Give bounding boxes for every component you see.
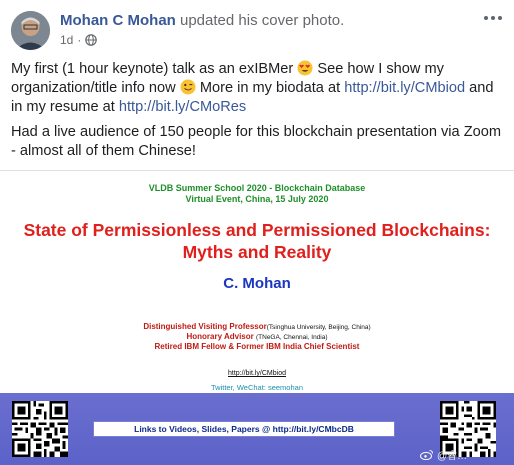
slide-title: State of Permissionless and Permissioned… <box>0 219 514 263</box>
post-paragraph-2: Had a live audience of 150 people for th… <box>11 124 502 159</box>
links-banner-text: Links to Videos, Slides, Papers @ http:/… <box>134 424 354 434</box>
affiliation-role: Honorary Advisor <box>186 332 254 341</box>
resume-link[interactable]: http://bit.ly/CMoRes <box>119 99 246 115</box>
post-header: Mohan C Mohan updated his cover photo. <box>60 12 344 29</box>
post-text-segment: My first (1 hour keynote) talk as an exI… <box>11 61 294 77</box>
post-timestamp[interactable]: 1d <box>60 33 73 47</box>
affiliation-role: Distinguished Visiting Professor <box>143 322 267 331</box>
slide-twitter-handle: Twitter, WeChat: seemohan <box>211 383 303 392</box>
slide-title-line-1: State of Permissionless and Permissioned… <box>23 220 491 240</box>
post-action-text: updated his cover photo. <box>180 12 345 29</box>
more-options-icon[interactable] <box>484 12 504 24</box>
biodata-link[interactable]: http://bit.ly/CMbiod <box>344 80 465 96</box>
post-body: My first (1 hour keynote) talk as an exI… <box>11 60 503 167</box>
heart-eyes-emoji-icon <box>297 60 313 76</box>
cover-photo-slide[interactable]: VLDB Summer School 2020 - Blockchain Dat… <box>0 170 514 465</box>
affiliation-org: (Tsinghua University, Beijing, China) <box>266 324 371 331</box>
slide-affiliation-1: Distinguished Visiting Professor(Tsinghu… <box>0 322 514 331</box>
globe-icon[interactable] <box>85 34 98 46</box>
facebook-post-card: Mohan C Mohan updated his cover photo. 1… <box>0 0 514 465</box>
links-banner: Links to Videos, Slides, Papers @ http:/… <box>93 421 395 437</box>
post-paragraph-1: My first (1 hour keynote) talk as an exI… <box>11 60 503 117</box>
slide-links-band: Links to Videos, Slides, Papers @ http:/… <box>0 393 514 465</box>
qr-code-left-icon <box>12 401 68 457</box>
post-text-segment: More in my biodata at <box>199 80 341 96</box>
post-meta: 1d · <box>60 33 98 47</box>
slide-author: C. Mohan <box>223 275 291 292</box>
slide-affiliation-3: Retired IBM Fellow & Former IBM India Ch… <box>154 342 360 351</box>
slide-event-line-1: VLDB Summer School 2020 - Blockchain Dat… <box>148 183 366 193</box>
separator-dot: · <box>77 33 82 47</box>
slide-event-line-2: Virtual Event, China, 15 July 2020 <box>185 194 329 204</box>
weibo-logo-icon <box>420 449 434 460</box>
avatar-image <box>11 11 50 50</box>
author-avatar[interactable] <box>11 11 50 50</box>
watermark-text: @睿… <box>437 451 468 462</box>
winking-tongue-emoji-icon <box>180 79 196 95</box>
slide-title-line-2: Myths and Reality <box>182 242 332 262</box>
weibo-watermark: @睿… <box>420 447 467 462</box>
affiliation-org: (TNeGA, Chennai, India) <box>255 334 328 341</box>
slide-affiliation-2: Honorary Advisor (TNeGA, Chennai, India) <box>0 332 514 341</box>
slide-biodata-url: http://bit.ly/CMbiod <box>228 370 286 377</box>
author-name[interactable]: Mohan C Mohan <box>60 12 176 29</box>
